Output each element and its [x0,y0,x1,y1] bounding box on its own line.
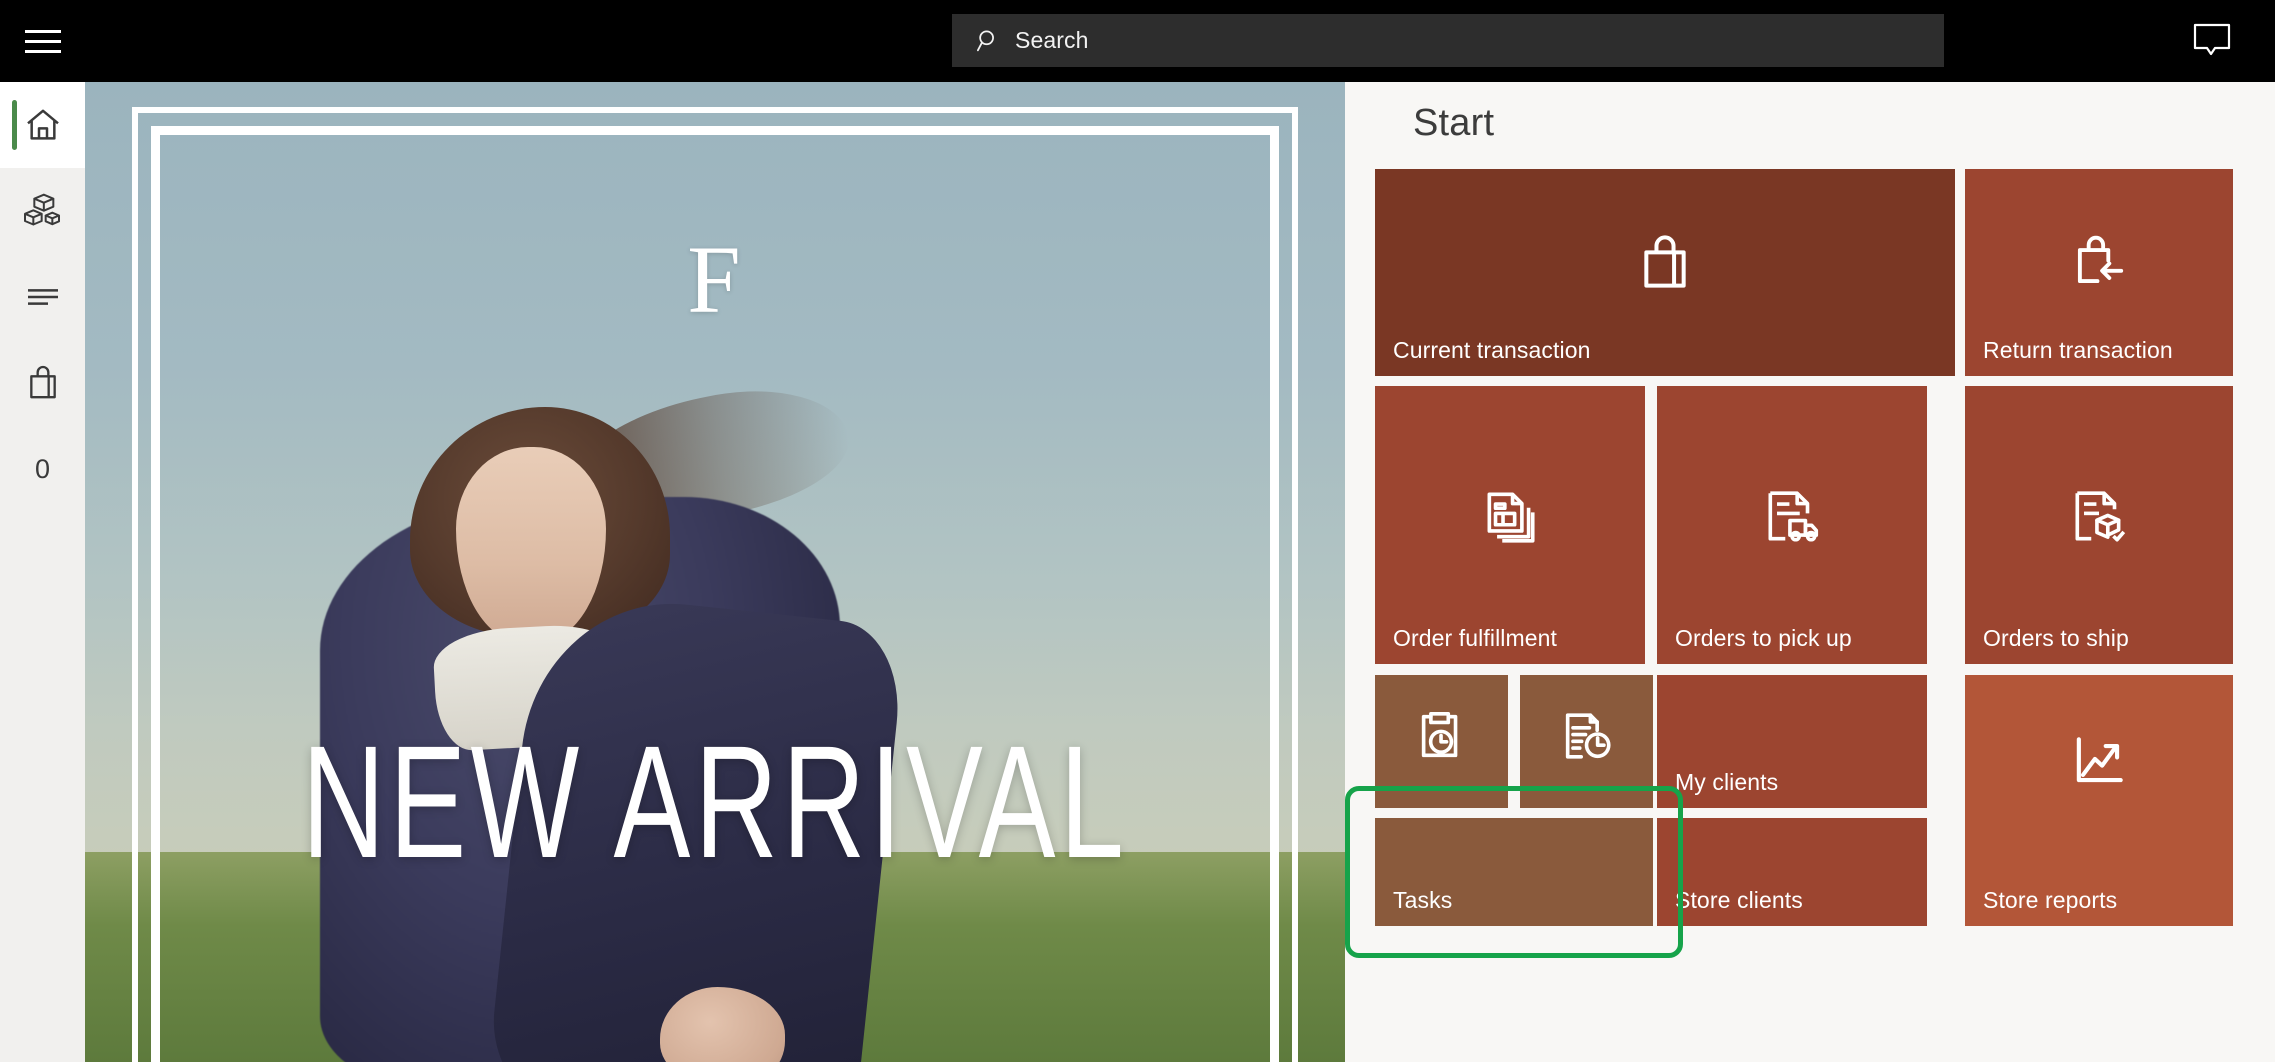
tile-label: Store clients [1675,887,1803,913]
sidebar-item-count[interactable]: 0 [0,426,85,512]
tile-label: Orders to ship [1983,625,2129,651]
top-app-bar: Search [0,0,2275,82]
document-box-check-icon [2075,491,2126,542]
search-icon [976,30,994,52]
clipboard-clock-icon [1421,711,1457,758]
hamburger-icon [24,23,61,60]
notifications-button[interactable] [2177,0,2247,82]
trend-up-chart-icon [2076,737,2123,783]
tile-label: Return transaction [1983,337,2173,363]
list-lines-icon [27,289,58,305]
tile-order-fulfillment[interactable]: Order fulfillment [1375,386,1645,664]
tile-orders-to-pick-up[interactable]: Orders to pick up [1657,386,1927,664]
promo-headline: NEW ARRIVAL [301,712,1129,891]
shopping-bag-icon [1644,235,1686,288]
hamburger-menu-button[interactable] [0,0,85,82]
tile-label: Tasks [1393,887,1453,913]
sidebar-item-home[interactable] [0,82,85,168]
cart-item-count: 0 [34,453,51,484]
tile-return-transaction[interactable]: Return transaction [1965,169,2233,376]
tile-tasks[interactable]: Tasks [1375,818,1653,926]
search-input[interactable]: Search [952,14,1944,67]
tile-label: Order fulfillment [1393,625,1558,651]
tile-orders-to-ship[interactable]: Orders to ship [1965,386,2233,664]
shopping-bag-icon [29,365,56,399]
bag-return-arrow-icon [2077,235,2124,284]
tile-label: Current transaction [1393,337,1591,363]
page-title: Start [1413,102,1495,144]
tile-label: Store reports [1983,887,2118,913]
sidebar-item-products[interactable] [0,168,85,254]
active-indicator [12,100,17,150]
speech-bubble-icon [2193,23,2231,56]
tile-label: Orders to pick up [1675,625,1852,651]
list-clock-icon [1565,713,1611,759]
tile-label: My clients [1675,769,1779,795]
tile-store-reports[interactable]: Store reports [1965,675,2233,926]
left-navigation-sidebar: 0 [0,82,85,1062]
promotional-banner-image: F NEW ARRIVAL [85,82,1345,1062]
sidebar-item-cart[interactable] [0,340,85,426]
documents-icon [1487,492,1535,543]
tile-time-register[interactable] [1520,675,1653,808]
start-panel: Start Current transaction Return transac… [1345,82,2275,1062]
tile-current-transaction[interactable]: Current transaction [1375,169,1955,376]
tile-grid: Current transaction Return transaction O… [1345,169,2275,1039]
document-truck-icon [1768,491,1819,542]
brand-logo-letter: F [687,226,743,333]
home-icon [26,109,59,140]
search-placeholder-text: Search [1015,27,1089,53]
tile-shift-clock[interactable] [1375,675,1508,808]
tile-my-clients[interactable]: My clients [1657,675,1927,808]
sidebar-item-list[interactable] [0,254,85,340]
cubes-icon [23,193,60,226]
tile-store-clients[interactable]: Store clients [1657,818,1927,926]
